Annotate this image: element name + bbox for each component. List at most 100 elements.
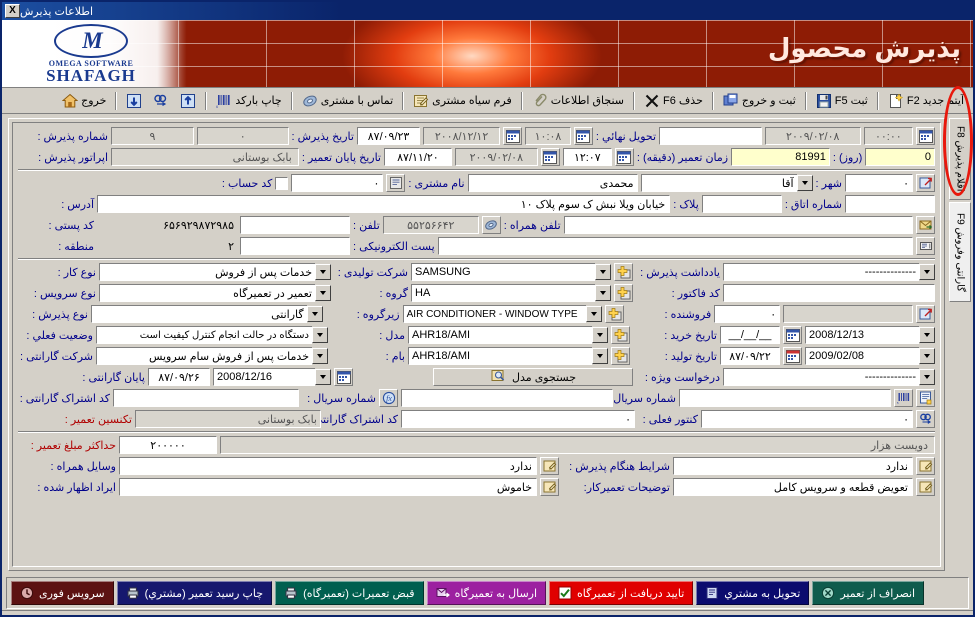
- chevron-down-icon[interactable]: [306, 306, 323, 322]
- room-no-field[interactable]: [845, 195, 935, 213]
- toolbar-attach[interactable]: سنجاق اطلاعات: [527, 90, 629, 112]
- send-to-workshop-button[interactable]: ارسال به تعمیرگاه: [426, 581, 547, 605]
- calendar-icon-purchase[interactable]: [783, 326, 802, 344]
- account-code-field[interactable]: ٠: [291, 174, 384, 192]
- seller-code-field[interactable]: ٠: [714, 305, 781, 323]
- add-manufacturer-button[interactable]: [614, 263, 633, 281]
- chevron-down-icon[interactable]: [315, 369, 331, 385]
- calendar-icon-production[interactable]: [783, 347, 802, 365]
- repair-minutes-field[interactable]: 81991: [731, 148, 830, 166]
- calendar-icon-reception-date[interactable]: [503, 127, 523, 145]
- city-lookup-button[interactable]: [916, 174, 935, 192]
- seller-name-field[interactable]: [783, 305, 913, 323]
- warranty-find-button[interactable]: [916, 410, 935, 428]
- technician-field[interactable]: بابک بوستانی: [135, 410, 321, 428]
- warranty-sub-code-input[interactable]: [113, 389, 299, 407]
- manufacturer-field[interactable]: SAMSUNG: [411, 263, 595, 281]
- reception-date-greg-field[interactable]: ۲۰۰۸/۱۲/۱۲: [423, 127, 501, 145]
- service-type-field[interactable]: تعمیر در تعمیرگاه: [99, 284, 315, 302]
- warranty-company-field[interactable]: خدمات پس از فروش سام سرویس: [96, 347, 312, 365]
- seller-lookup-button[interactable]: [916, 305, 935, 323]
- reception-no-field-2[interactable]: ۰: [196, 127, 289, 145]
- service-type-combo[interactable]: تعمیر در تعمیرگاه: [99, 284, 331, 302]
- serial-no-input-left[interactable]: [679, 389, 891, 407]
- add-bam-button[interactable]: [611, 347, 630, 365]
- plate-field[interactable]: [701, 195, 782, 213]
- tab-reception-items[interactable]: اقلام پذیرش F8: [949, 118, 971, 200]
- address-field[interactable]: خیابان ویلا نبش ک سوم پلاک ۱۰: [97, 195, 671, 213]
- chevron-down-icon[interactable]: [919, 348, 935, 364]
- warranty-end-greg-field[interactable]: 2008/12/16: [213, 368, 315, 386]
- warranty-company-combo[interactable]: خدمات پس از فروش سام سرویس: [96, 347, 328, 365]
- customer-lookup-button[interactable]: [386, 174, 406, 192]
- subgroup-combo[interactable]: AIR CONDITIONER - WINDOW TYPE: [402, 305, 603, 323]
- final-delivery-greg-field[interactable]: ۲۰۰۹/۰۲/۰۸: [764, 127, 861, 145]
- reception-note-field[interactable]: --------------: [723, 263, 919, 281]
- special-request-combo[interactable]: --------------: [723, 368, 935, 386]
- cancel-repair-button[interactable]: انصراف از تعمیر: [812, 581, 925, 605]
- declared-fault-edit-button[interactable]: [540, 478, 559, 496]
- reception-type-combo[interactable]: گارانتی: [91, 305, 323, 323]
- technician-notes-field[interactable]: تعویض قطعه و سرویس کامل: [673, 478, 913, 496]
- operator-field[interactable]: بابک بوستانی: [111, 148, 299, 166]
- warranty-end-jalali-field[interactable]: ۸۷/۰۹/۲۶: [148, 368, 210, 386]
- accessories-edit-button[interactable]: [540, 457, 559, 475]
- declared-fault-field[interactable]: خاموش: [119, 478, 537, 496]
- repair-end-greg-field[interactable]: ۲۰۰۹/۰۲/۰۸: [454, 148, 538, 166]
- group-field[interactable]: HA: [411, 284, 595, 302]
- mobile-field[interactable]: [563, 216, 913, 234]
- repair-days-field[interactable]: 0: [865, 148, 935, 166]
- chevron-down-icon[interactable]: [592, 348, 608, 364]
- email-field[interactable]: [437, 237, 913, 255]
- reception-type-field[interactable]: گارانتی: [91, 305, 307, 323]
- repair-end-jalali-field[interactable]: ۸۷/۱۱/۲۰: [383, 148, 452, 166]
- serial-no-field[interactable]: [401, 389, 613, 407]
- print-repair-receipt-button[interactable]: چاپ رسید تعمیر (مشتري): [116, 581, 273, 605]
- chevron-down-icon[interactable]: [595, 264, 611, 280]
- chevron-down-icon[interactable]: [919, 264, 935, 280]
- toolbar-find[interactable]: [148, 90, 174, 112]
- tab-warranty-sales[interactable]: گارانتی وفروش F9: [949, 202, 971, 302]
- repair-receipt-workshop-button[interactable]: قبض تعمیرات (تعمیرگاه): [275, 581, 424, 605]
- toolbar-save[interactable]: ثبت F5: [811, 90, 873, 112]
- chevron-down-icon[interactable]: [592, 327, 608, 343]
- current-counter-field[interactable]: ٠: [701, 410, 913, 428]
- deliver-to-customer-button[interactable]: تحویل به مشتري: [696, 581, 810, 605]
- calendar-icon-repair-end-date[interactable]: [540, 148, 560, 166]
- account-code-checkbox[interactable]: [275, 176, 289, 190]
- toolbar-new-item[interactable]: آیتم جدید F2: [883, 90, 969, 112]
- production-date-greg-combo[interactable]: 2009/02/08: [805, 347, 935, 365]
- mobile-send-button[interactable]: [916, 216, 935, 234]
- subgroup-field[interactable]: AIR CONDITIONER - WINDOW TYPE: [402, 305, 587, 323]
- toolbar-exit[interactable]: خروج: [57, 90, 111, 112]
- email-send-button[interactable]: [916, 237, 935, 255]
- reception-date-jalali-field[interactable]: ۸۷/۰۹/۲۳: [356, 127, 421, 145]
- invoice-code-field[interactable]: [723, 284, 935, 302]
- group-combo[interactable]: HA: [411, 284, 611, 302]
- model-search-button[interactable]: جستجوی مدل: [433, 368, 633, 386]
- final-delivery-jalali-field[interactable]: [659, 127, 762, 145]
- calendar-icon-reception[interactable]: [573, 127, 593, 145]
- bam-field[interactable]: AHR18/AMI: [408, 347, 592, 365]
- purchase-date-greg-field[interactable]: 2008/12/13: [805, 326, 919, 344]
- warranty-end-greg-combo[interactable]: 2008/12/16: [213, 368, 331, 386]
- chevron-down-icon[interactable]: [595, 285, 611, 301]
- serial-function-button[interactable]: fx: [379, 389, 398, 407]
- current-status-combo[interactable]: دستگاه در حالت انجام کنترل کیفیت است: [96, 326, 328, 344]
- toolbar-save-exit[interactable]: ثبت و خروج: [718, 90, 801, 112]
- chevron-down-icon[interactable]: [315, 264, 331, 280]
- warranty-sub-code-field[interactable]: ٠: [401, 410, 635, 428]
- city-field[interactable]: ٠: [845, 174, 913, 192]
- chevron-down-icon[interactable]: [312, 327, 328, 343]
- phone-dial-button[interactable]: [481, 216, 501, 234]
- production-date-jalali-field[interactable]: ۸۷/۰۹/۲۲: [720, 347, 780, 365]
- toolbar-delete[interactable]: حذف F6: [639, 90, 708, 112]
- work-type-combo[interactable]: خدمات پس از فروش: [99, 263, 331, 281]
- toolbar-print-barcode[interactable]: 123456 چاپ بارکد: [207, 90, 286, 112]
- calendar-icon-warranty-end[interactable]: [334, 368, 353, 386]
- toolbar-call-customer[interactable]: تماس با مشتری: [297, 90, 398, 112]
- phone-field[interactable]: ۵۵۲۵۶۶۴۲: [382, 216, 479, 234]
- chevron-down-icon[interactable]: [315, 285, 331, 301]
- work-type-field[interactable]: خدمات پس از فروش: [99, 263, 315, 281]
- manufacturer-combo[interactable]: SAMSUNG: [411, 263, 611, 281]
